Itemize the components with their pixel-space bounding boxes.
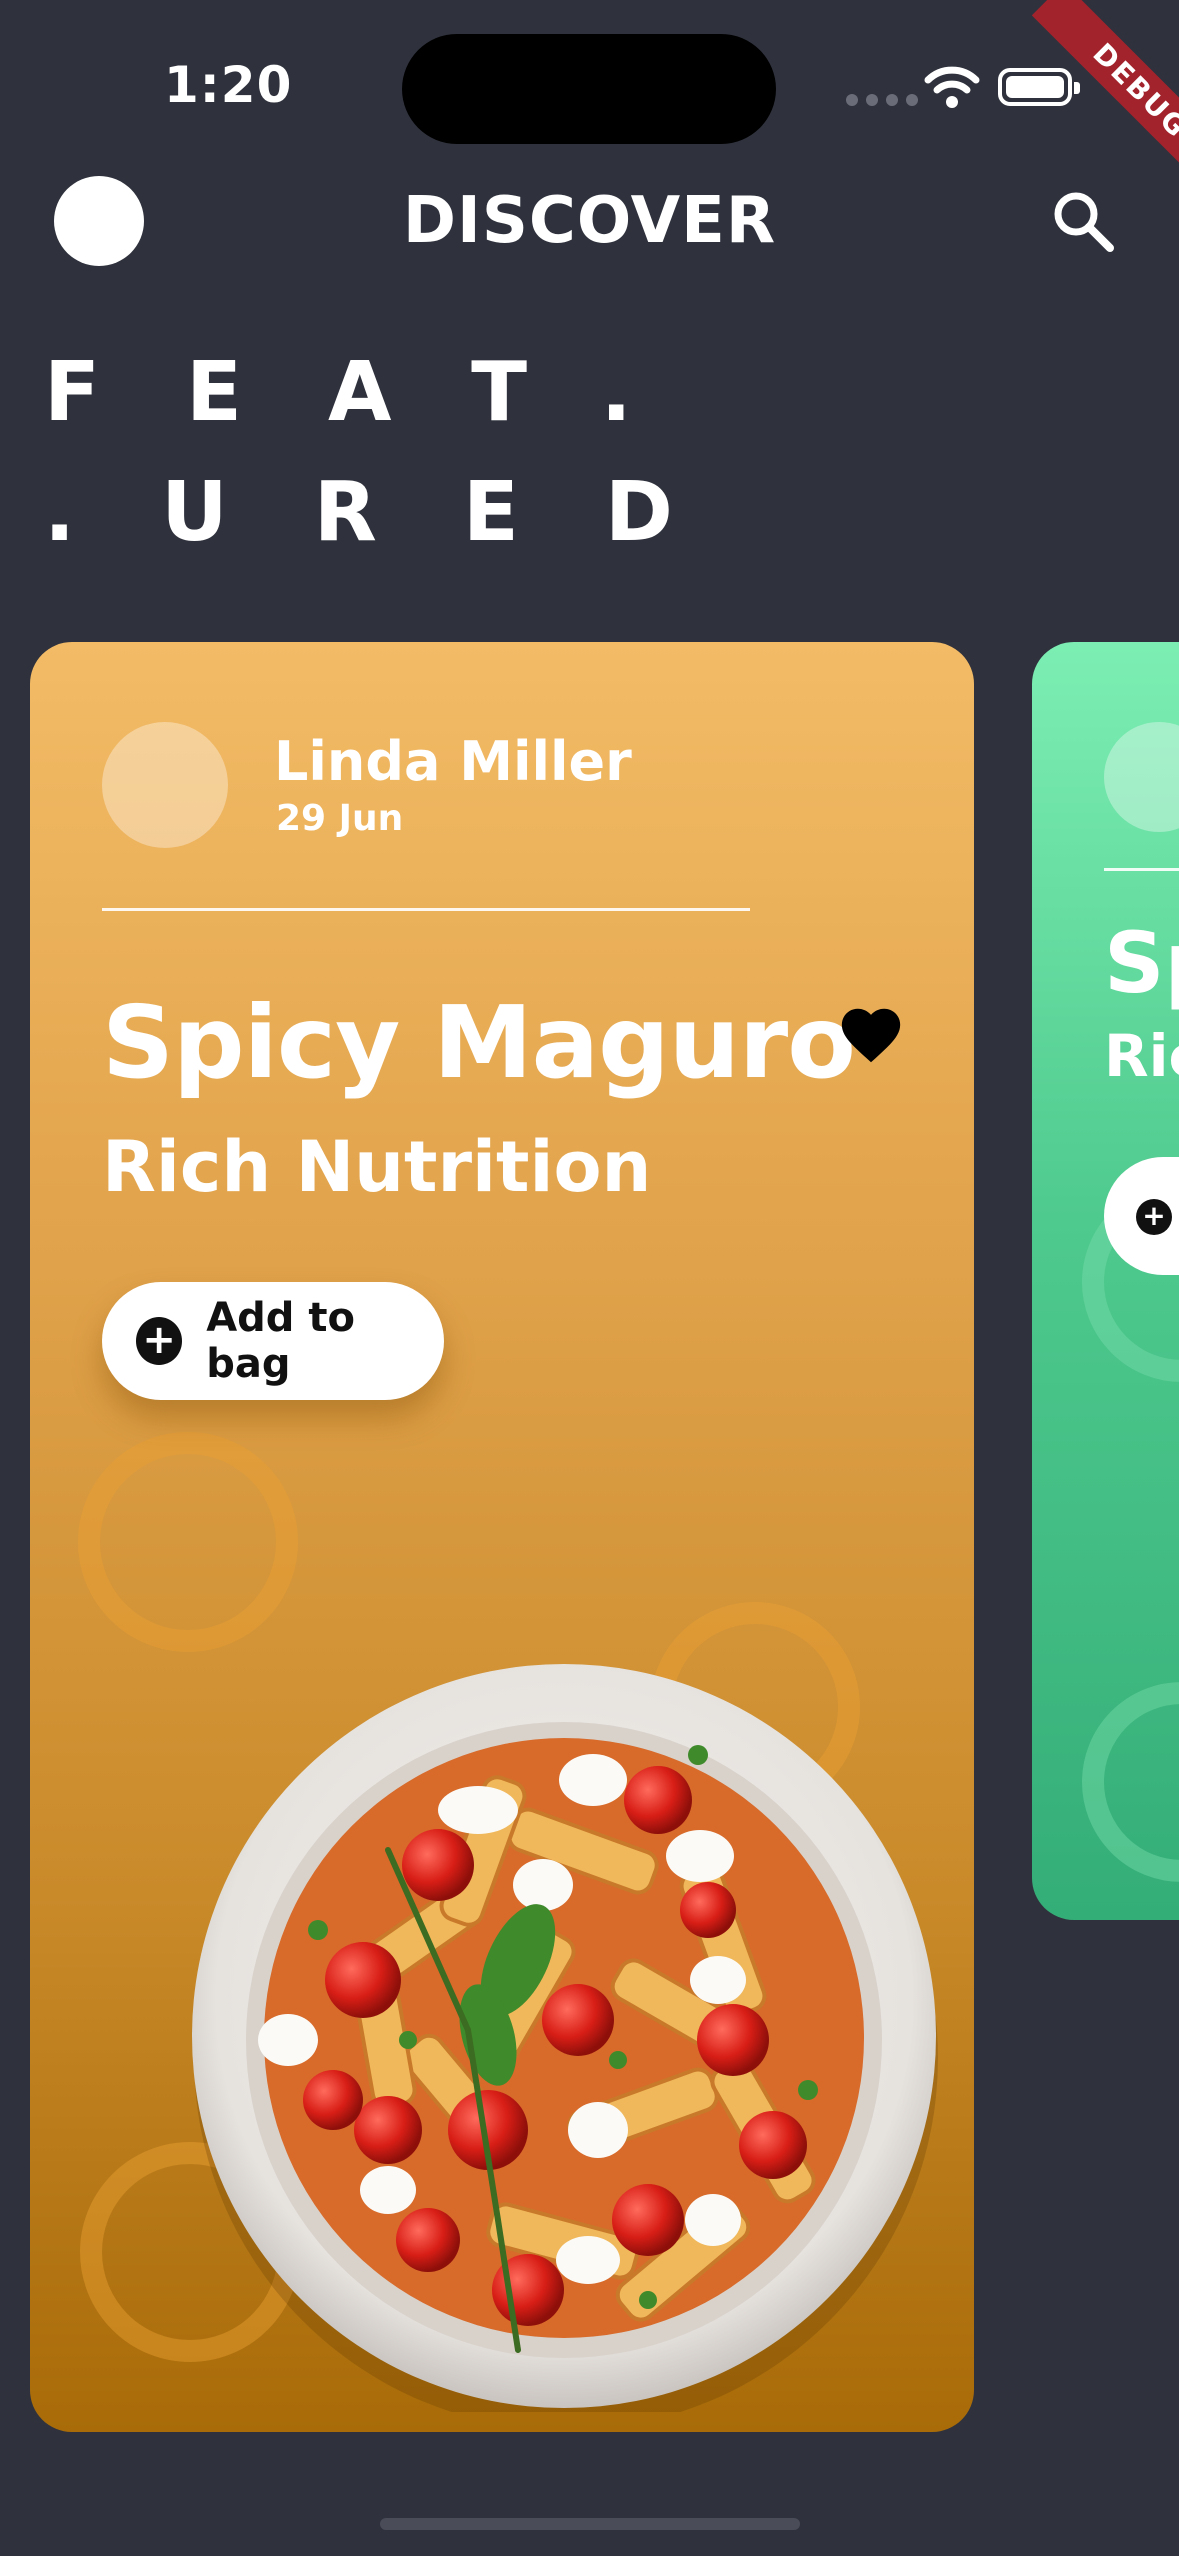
pasta-bowl-image: [192, 1664, 938, 2412]
recipe-card[interactable]: Linda Miller 29 Jun Spicy Maguro Rich Nu…: [30, 642, 974, 2432]
wifi-icon: [924, 66, 980, 108]
dish-subtitle: Ric: [1104, 1022, 1179, 1090]
home-indicator[interactable]: [380, 2518, 800, 2530]
dish-title: Spicy Maguro: [102, 984, 856, 1101]
battery-icon: [998, 68, 1080, 106]
post-date: 29 Jun: [276, 798, 404, 839]
recipe-card-next[interactable]: Sp Ric +: [1032, 642, 1179, 1920]
add-to-bag-button[interactable]: + Add to bag: [102, 1282, 444, 1400]
divider: [102, 908, 750, 911]
cellular-signal-icon: [846, 94, 918, 106]
add-to-bag-label: Add to bag: [206, 1295, 355, 1387]
status-time: 1:20: [164, 56, 293, 114]
decorative-ring: [78, 1432, 298, 1652]
featured-heading-line2: .URED: [44, 465, 759, 560]
author-avatar: [102, 722, 228, 848]
author-avatar: [1104, 722, 1179, 832]
dish-title: Sp: [1104, 914, 1179, 1012]
divider: [1104, 868, 1179, 871]
author-name: Linda Miller: [274, 730, 632, 793]
dish-subtitle: Rich Nutrition: [102, 1126, 652, 1208]
dynamic-island: [402, 34, 776, 144]
search-icon[interactable]: [1048, 186, 1118, 256]
page-title: DISCOVER: [402, 184, 777, 258]
add-circle-icon: +: [136, 1317, 183, 1365]
decorative-ring: [1082, 1682, 1179, 1882]
add-circle-icon: +: [1136, 1199, 1172, 1235]
featured-heading-line1: FEAT.: [44, 345, 718, 440]
heart-icon[interactable]: [836, 1000, 906, 1070]
